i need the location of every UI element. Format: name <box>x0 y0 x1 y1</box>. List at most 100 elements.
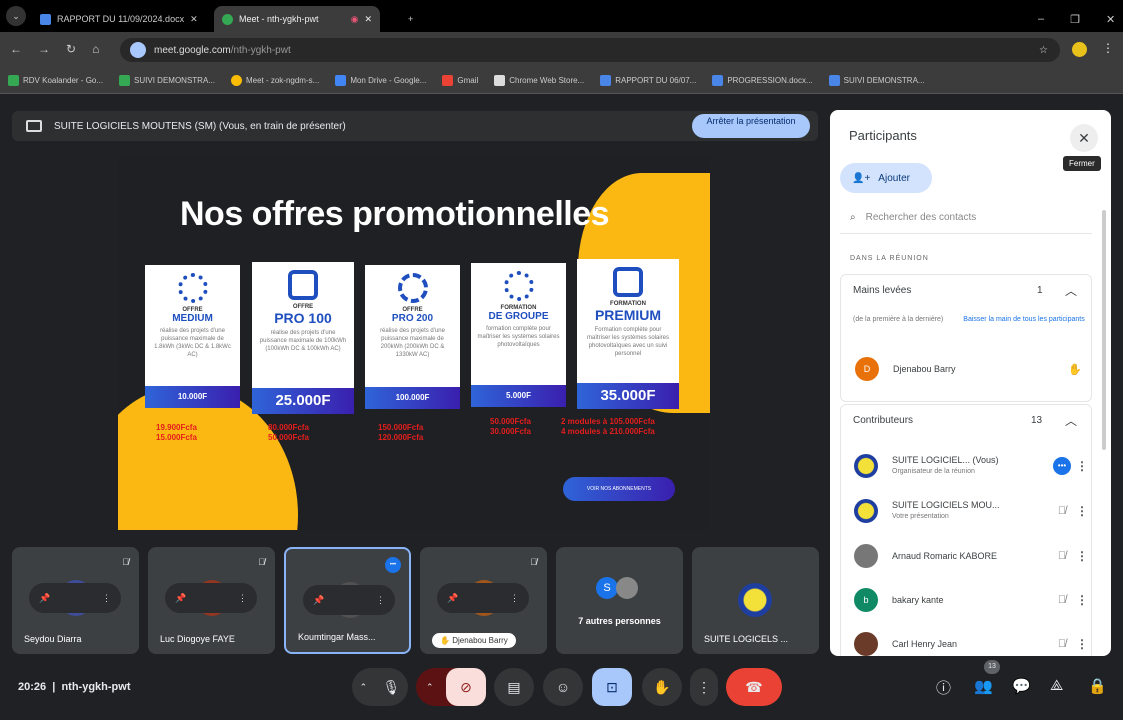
tab-search-button[interactable]: ⌄ <box>6 6 26 26</box>
mic-off-icon: 🎙̸ <box>122 557 129 567</box>
participants-panel: Participants ✕ 👤+ Ajouter ⌕ Rechercher des… <box>830 110 1111 656</box>
forward-icon[interactable]: → <box>38 42 50 56</box>
docs-icon <box>40 13 51 25</box>
pin-icon[interactable]: 📌 <box>175 593 186 604</box>
chevron-up-icon[interactable]: ⌃ <box>426 682 434 693</box>
more-options-icon[interactable]: ⋮ <box>238 593 247 604</box>
browser-menu-icon[interactable]: ⋮ <box>1102 41 1114 55</box>
old-prices: 19.900Fcfa 15.000Fcfa <box>156 423 197 442</box>
tile-controls: 📌 ⋮ <box>29 583 121 613</box>
more-options-icon[interactable]: ⋮ <box>376 595 385 606</box>
participant-tile[interactable]: SUITE LOGICELS ... <box>692 547 819 654</box>
avatar: b <box>854 588 878 612</box>
captions-button[interactable]: ▤ <box>494 668 534 706</box>
more-options-icon[interactable]: ⋮ <box>1072 504 1092 518</box>
more-options-icon[interactable]: ⋮ <box>102 593 111 604</box>
new-tab-button[interactable]: + <box>400 6 421 32</box>
bookmark-item[interactable]: RDV Koalander - Go... <box>8 75 103 86</box>
collapse-chevron-icon[interactable]: ︿ <box>1065 282 1077 299</box>
raised-hand-icon[interactable]: ✋ <box>1065 363 1085 376</box>
participant-row[interactable]: SUITE LOGICIELS MOU... Votre présentation… <box>854 493 1092 529</box>
participant-tile[interactable]: D 📌⋮ 🎙̸ ✋ Djenabou Barry <box>420 547 547 654</box>
restore-icon[interactable]: ❐ <box>1070 13 1080 26</box>
raise-hand-button[interactable]: ✋ <box>642 668 682 706</box>
stop-presenting-button[interactable]: Arrêter la présentation <box>692 114 810 138</box>
participant-row[interactable]: Arnaud Romaric KABORE 🎙̸ ⋮ <box>854 538 1092 574</box>
people-icon[interactable]: 👥 <box>974 677 993 695</box>
lower-all-hands-link[interactable]: Baisser la main de tous les participants <box>959 315 1089 325</box>
bookmark-item[interactable]: SUIVI DEMONSTRA... <box>828 75 925 86</box>
host-controls-icon[interactable]: 🔒 <box>1088 677 1107 695</box>
docs-icon <box>712 75 724 86</box>
panel-title: Participants <box>849 128 917 143</box>
participant-tile[interactable]: 📌 ⋮ ••• Koumtingar Mass... <box>284 547 411 654</box>
more-options-icon[interactable]: ⋮ <box>1072 637 1092 651</box>
close-panel-button[interactable]: ✕ <box>1070 124 1098 152</box>
slide-title: Nos offres promotionnelles <box>180 195 610 233</box>
pin-icon[interactable]: 📌 <box>313 595 324 606</box>
close-tab-icon[interactable]: ✕ <box>190 14 198 25</box>
others-tile[interactable]: S 7 autres personnes <box>556 547 683 654</box>
participant-tile[interactable]: L 📌⋮ 🎙̸ Luc Diogoye FAYE <box>148 547 275 654</box>
more-options-icon[interactable]: ⋮ <box>1072 549 1092 563</box>
close-tab-icon[interactable]: ✕ <box>364 14 372 25</box>
speaking-indicator-icon: ••• <box>1052 457 1072 475</box>
pin-icon[interactable]: 📌 <box>447 593 458 604</box>
site-info-icon[interactable] <box>130 42 146 58</box>
meeting-details-icon[interactable]: ⓘ <box>936 677 951 698</box>
chat-icon[interactable]: 💬 <box>1012 677 1031 695</box>
tab-rapport[interactable]: RAPPORT DU 11/09/2024.docx ✕ <box>32 6 206 32</box>
minimize-icon[interactable]: – <box>1038 13 1044 25</box>
bookmark-item[interactable]: RAPPORT DU 06/07... <box>600 75 696 86</box>
participant-row[interactable]: b bakary kante 🎙̸ ⋮ <box>854 582 1092 618</box>
participant-row[interactable]: Carl Henry Jean 🎙̸ ⋮ <box>854 626 1092 656</box>
subscriptions-button: VOIR NOS ABONNEMENTS <box>563 477 675 501</box>
sheets-icon <box>8 75 19 86</box>
old-prices: 80.000Fcfa 50.000Fcfa <box>268 423 309 442</box>
window-controls: – ❐ ✕ <box>1030 6 1123 32</box>
pin-icon[interactable]: 📌 <box>39 593 50 604</box>
sun-icon <box>503 271 534 301</box>
mic-off-icon[interactable]: 🎙̸ <box>1052 505 1072 517</box>
close-window-icon[interactable]: ✕ <box>1106 13 1115 26</box>
present-button[interactable]: ⊡ <box>592 668 632 706</box>
end-call-button[interactable]: ☎ <box>726 668 782 706</box>
bookmark-item[interactable]: Mon Drive - Google... <box>335 75 426 86</box>
old-prices: 150.000Fcfa 120.000Fcfa <box>378 423 424 442</box>
profile-avatar[interactable] <box>1072 42 1087 57</box>
add-person-icon: 👤+ <box>852 172 871 184</box>
bookmark-star-icon[interactable]: ☆ <box>1039 45 1048 56</box>
back-icon[interactable]: ← <box>10 42 22 56</box>
participant-row[interactable]: SUITE LOGICIEL... (Vous) Organisateur de … <box>854 448 1092 484</box>
mic-off-icon[interactable]: 🎙̸ <box>1052 638 1072 650</box>
docs-icon <box>828 75 840 86</box>
add-people-button[interactable]: 👤+ Ajouter <box>840 163 932 193</box>
microphone-button[interactable]: ⌃ 🎙 <box>352 668 408 706</box>
chevron-up-icon[interactable]: ⌃ <box>360 682 368 693</box>
more-options-icon[interactable]: ⋮ <box>1072 459 1092 473</box>
home-icon[interactable]: ⌂ <box>92 42 99 56</box>
raised-hands-section: Mains levées 1 ︿ (de la première à la de… <box>840 274 1092 402</box>
camera-off-icon[interactable]: ⊘ <box>446 668 486 706</box>
reactions-button[interactable]: ☺ <box>543 668 583 706</box>
tab-meet[interactable]: Meet - nth-ygkh-pwt ◉ ✕ <box>214 6 380 32</box>
bookmark-item[interactable]: SUIVI DEMONSTRA... <box>119 75 215 86</box>
mic-off-icon[interactable]: 🎙̸ <box>1052 550 1072 562</box>
bookmark-item[interactable]: PROGRESSION.docx... <box>712 75 813 86</box>
panel-scrollbar[interactable] <box>1102 210 1106 450</box>
more-options-icon[interactable]: ⋮ <box>510 593 519 604</box>
participant-count-badge: 13 <box>984 660 1000 674</box>
bookmark-item[interactable]: Gmail <box>442 75 478 86</box>
collapse-chevron-icon[interactable]: ︿ <box>1065 412 1077 429</box>
more-options-button[interactable]: ⋮ <box>690 668 718 706</box>
bookmark-item[interactable]: Meet - zok-ngdm-s... <box>230 75 319 86</box>
mic-off-icon[interactable]: 🎙̸ <box>1052 594 1072 606</box>
participant-tile[interactable]: S 📌⋮ 🎙̸ Seydou Diarra <box>12 547 139 654</box>
reload-icon[interactable]: ↻ <box>66 42 76 56</box>
more-options-icon[interactable]: ⋮ <box>1072 593 1092 607</box>
participant-row[interactable]: D Djenabou Barry ✋ <box>855 351 1085 387</box>
search-contacts-input[interactable]: ⌕ Rechercher des contacts <box>840 202 1092 234</box>
activities-icon[interactable]: ⟁ <box>1050 677 1063 694</box>
address-bar[interactable]: meet.google.com/nth-ygkh-pwt ☆ <box>120 38 1060 62</box>
bookmark-item[interactable]: Chrome Web Store... <box>494 75 584 86</box>
